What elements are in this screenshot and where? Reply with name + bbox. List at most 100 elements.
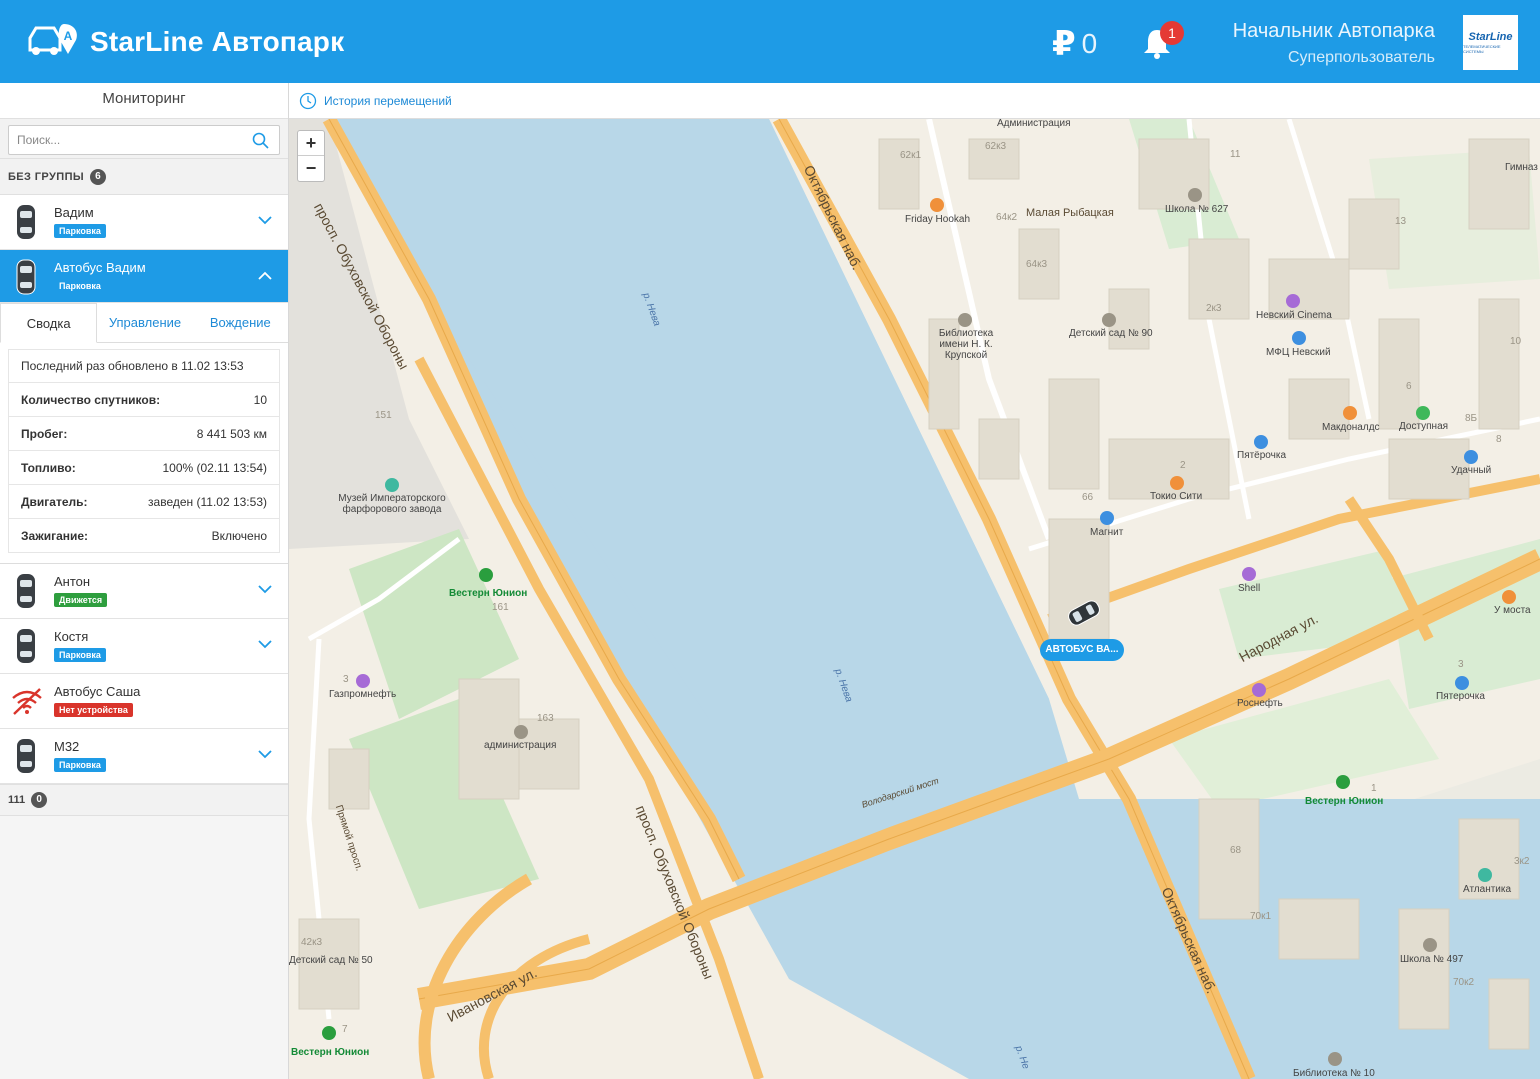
chevron-up-icon[interactable] (258, 271, 272, 280)
house-number: 2 (1180, 460, 1186, 471)
shop-icon[interactable] (1100, 511, 1114, 525)
user-name[interactable]: Начальник Автопарка (1233, 20, 1435, 43)
group-header-no-group[interactable]: БЕЗ ГРУППЫ 6 (0, 159, 288, 195)
money-transfer-icon[interactable] (479, 568, 493, 582)
vehicle-item-bus-sasha[interactable]: Автобус Саша Нет устройства (0, 674, 288, 729)
place-label[interactable]: Доступная (1399, 421, 1448, 432)
place-label[interactable]: Вестерн Юнион (291, 1047, 369, 1058)
chevron-down-icon[interactable] (258, 216, 272, 225)
vehicle-name: Вадим (54, 205, 94, 220)
vehicle-details-tabs: Сводка Управление Вождение (0, 303, 288, 343)
administration-icon[interactable] (514, 725, 528, 739)
company-logo[interactable]: StarLine ТЕЛЕМАТИЧЕСКИЕ СИСТЕМЫ (1463, 15, 1518, 70)
map-view[interactable] (289, 119, 1540, 1079)
balance[interactable]: ₽ 0 (1052, 24, 1097, 64)
place-label[interactable]: Библиотека имени Н. К. Крупской (923, 328, 1009, 361)
place-label[interactable]: Пятерочка (1436, 691, 1485, 702)
restaurant-icon[interactable] (1170, 476, 1184, 490)
place-label[interactable]: Музей Императорского фарфорового завода (336, 493, 448, 515)
place-label[interactable]: МФЦ Невский (1266, 347, 1331, 358)
place-label[interactable]: Библиотека № 10 (1293, 1068, 1375, 1079)
group-label: 111 (8, 794, 26, 806)
place-label[interactable]: Пятёрочка (1237, 450, 1286, 461)
vehicle-name: Костя (54, 629, 89, 644)
kindergarten-icon[interactable] (1102, 313, 1116, 327)
status-badge: Движется (54, 593, 108, 607)
company-logo-caption: ТЕЛЕМАТИЧЕСКИЕ СИСТЕМЫ (1463, 44, 1501, 54)
place-label[interactable]: Школа № 627 (1165, 204, 1228, 215)
place-label[interactable]: Администрация (997, 118, 1071, 129)
school-icon[interactable] (1188, 188, 1202, 202)
vehicle-item-bus-vadim[interactable]: Автобус Вадим Парковка (0, 250, 288, 303)
zoom-out-button[interactable]: − (298, 156, 324, 181)
place-label[interactable]: Магнит (1090, 527, 1123, 538)
service-center-icon[interactable] (1292, 331, 1306, 345)
company-logo-brand: StarLine (1468, 31, 1513, 43)
status-badge: Парковка (54, 224, 106, 238)
group-header-111[interactable]: 111 0 (0, 784, 288, 816)
vehicle-map-label[interactable]: АВТОБУС ВА... (1040, 639, 1124, 661)
balance-value: 0 (1081, 28, 1098, 59)
place-label[interactable]: Детский сад № 50 (289, 955, 373, 966)
vehicle-summary: Последний раз обновлено в 11.02 13:53 Ко… (0, 343, 288, 564)
tab-control[interactable]: Управление (97, 303, 192, 342)
tab-summary[interactable]: Сводка (0, 303, 98, 343)
place-label[interactable]: Невский Cinema (1256, 310, 1332, 321)
chevron-down-icon[interactable] (258, 585, 272, 594)
place-label[interactable]: Макдоналдс (1322, 422, 1380, 433)
place-label[interactable]: Вестерн Юнион (1305, 796, 1383, 807)
tab-driving[interactable]: Вождение (193, 303, 288, 342)
money-transfer-icon[interactable] (322, 1026, 336, 1040)
chevron-down-icon[interactable] (258, 750, 272, 759)
place-label[interactable]: Школа № 497 (1400, 954, 1463, 965)
zoom-in-button[interactable]: + (298, 131, 324, 156)
money-transfer-icon[interactable] (1336, 775, 1350, 789)
place-label[interactable]: Детский сад № 90 (1069, 328, 1153, 339)
place-label[interactable]: Токио Сити (1150, 491, 1202, 502)
shop-icon[interactable] (1254, 435, 1268, 449)
place-label[interactable]: Газпромнефть (329, 689, 396, 700)
sport-icon[interactable] (1478, 868, 1492, 882)
chevron-down-icon[interactable] (258, 640, 272, 649)
place-label[interactable]: Атлантика (1463, 884, 1511, 895)
pharmacy-icon[interactable] (1416, 406, 1430, 420)
place-label[interactable]: Shell (1238, 583, 1260, 594)
cinema-icon[interactable] (1286, 294, 1300, 308)
place-label[interactable]: Роснефть (1237, 698, 1283, 709)
vehicle-item-vadim[interactable]: Вадим Парковка (0, 195, 288, 250)
place-label[interactable]: Гимназ (1505, 162, 1538, 173)
detail-value: 10 (253, 392, 267, 407)
engine-row: Двигатель: заведен (11.02 13:53) (8, 485, 280, 519)
history-link[interactable]: История перемещений (324, 94, 452, 108)
place-label[interactable]: администрация (484, 740, 556, 751)
school-icon[interactable] (1423, 938, 1437, 952)
place-label[interactable]: У моста (1494, 605, 1531, 616)
satellites-row: Количество спутников: 10 (8, 383, 280, 417)
search-icon[interactable] (252, 132, 269, 149)
car-icon (17, 574, 35, 608)
bar-icon[interactable] (930, 198, 944, 212)
place-label[interactable]: Вестерн Юнион (449, 588, 527, 599)
restaurant-icon[interactable] (1502, 590, 1516, 604)
fuel-station-icon[interactable] (1252, 683, 1266, 697)
vehicle-name: Антон (54, 574, 91, 589)
vehicle-item-kostya[interactable]: Костя Парковка (0, 619, 288, 674)
shop-icon[interactable] (1455, 676, 1469, 690)
library-icon[interactable] (958, 313, 972, 327)
vehicle-item-m32[interactable]: М32 Парковка (0, 729, 288, 784)
vehicle-item-anton[interactable]: Антон Движется (0, 564, 288, 619)
search-input[interactable] (9, 126, 239, 154)
status-badge: Парковка (54, 648, 106, 662)
museum-icon[interactable] (385, 478, 399, 492)
place-label[interactable]: Friday Hookah (905, 214, 970, 225)
detail-key: Двигатель: (21, 494, 88, 509)
place-label[interactable]: Удачный (1451, 465, 1491, 476)
vehicle-car-marker[interactable] (1064, 600, 1104, 626)
no-signal-icon (12, 688, 42, 715)
clock-icon[interactable] (299, 92, 317, 110)
fuel-station-icon[interactable] (356, 674, 370, 688)
fuel-station-icon[interactable] (1242, 567, 1256, 581)
shop-icon[interactable] (1464, 450, 1478, 464)
library-icon[interactable] (1328, 1052, 1342, 1066)
restaurant-icon[interactable] (1343, 406, 1357, 420)
